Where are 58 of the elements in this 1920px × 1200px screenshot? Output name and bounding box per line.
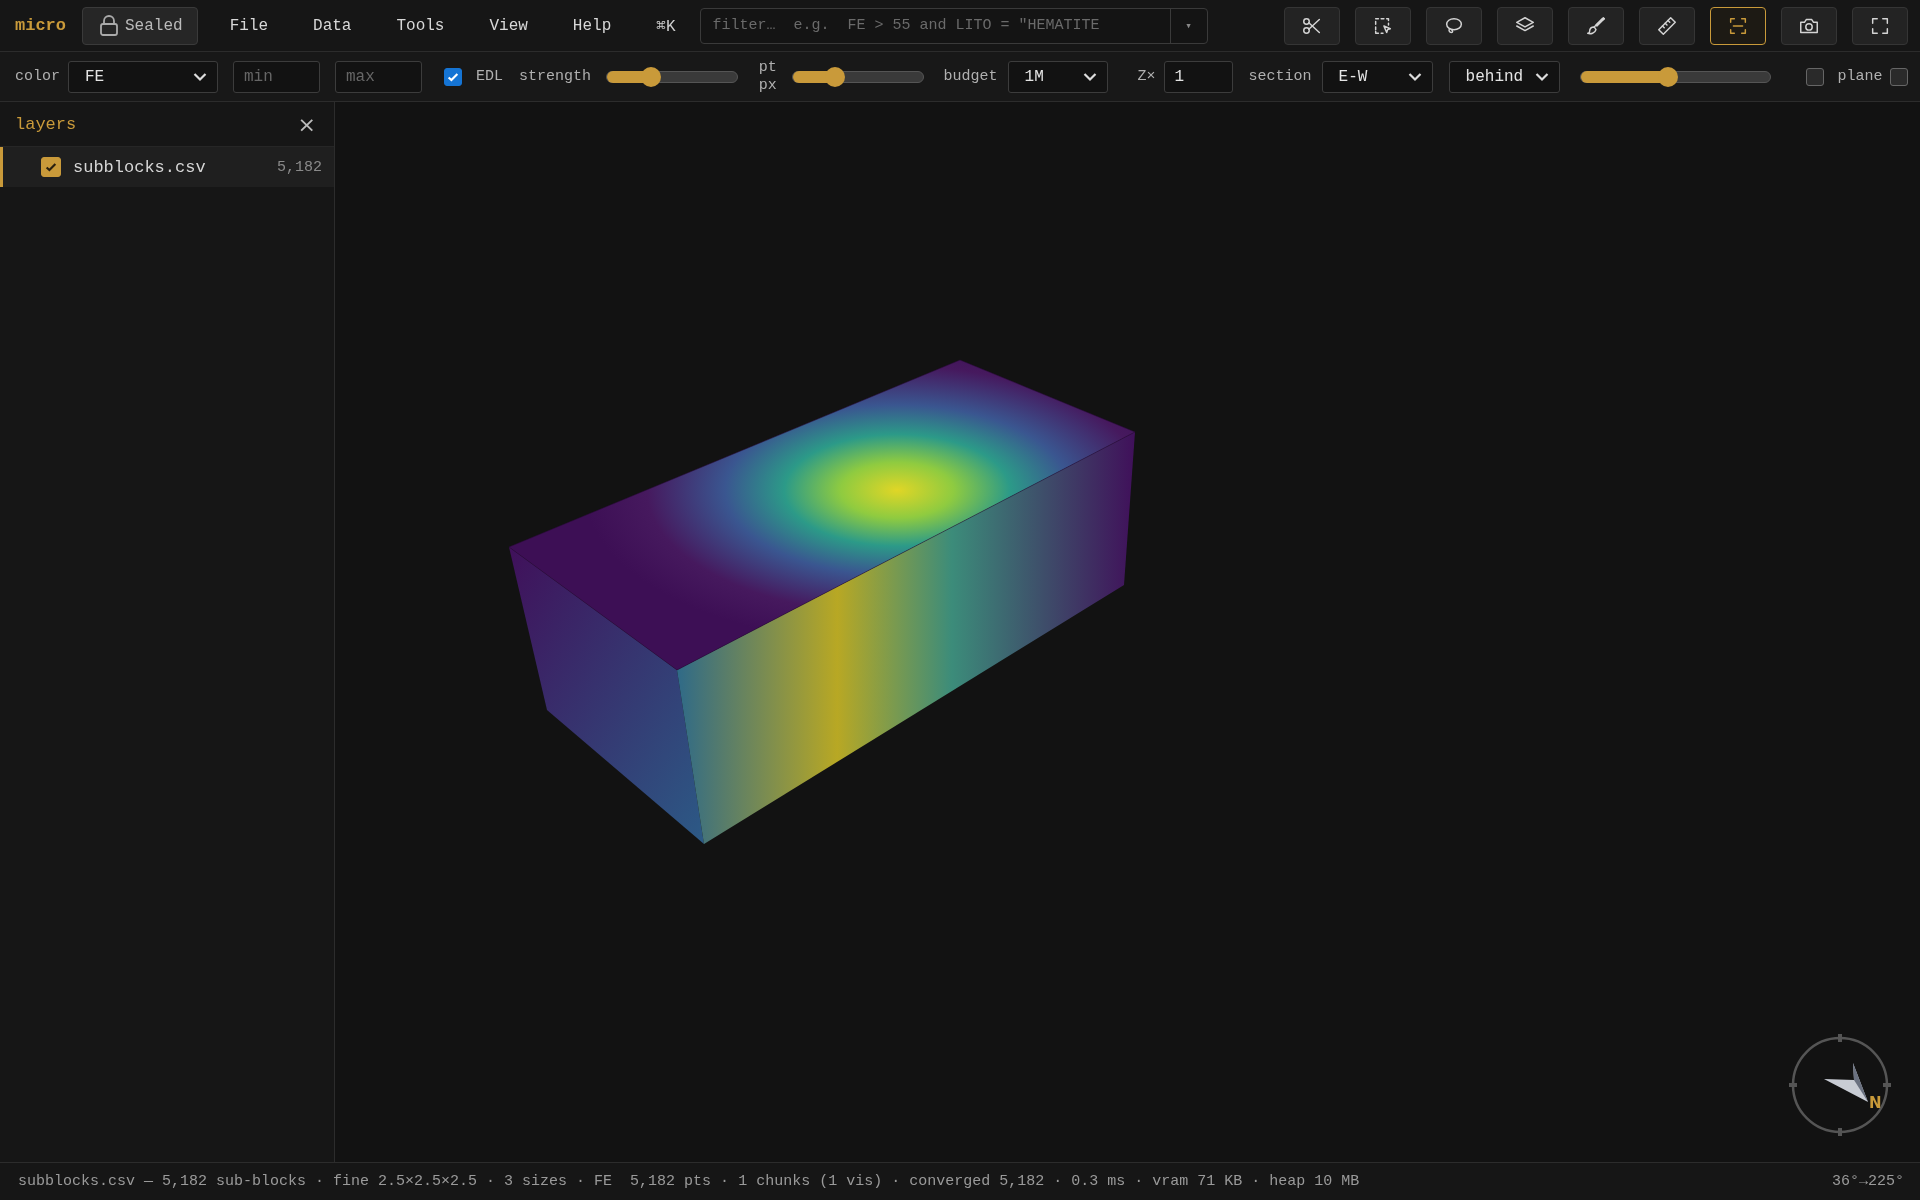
slider-thumb[interactable] — [1657, 66, 1678, 87]
edl-label: EDL — [476, 68, 504, 85]
section-checkbox[interactable] — [1805, 67, 1824, 86]
budget-select[interactable]: 1M — [1007, 60, 1108, 93]
section-mode-select[interactable]: behind — [1448, 60, 1560, 93]
strength-label: strength — [519, 68, 592, 85]
compass-north-label: N — [1869, 1094, 1882, 1112]
lasso-button[interactable] — [1426, 6, 1482, 45]
screenshot-button[interactable] — [1781, 6, 1837, 45]
z-scale-field[interactable]: 1 — [1163, 60, 1233, 93]
budget-label: budget — [943, 68, 998, 85]
edl-checkbox[interactable] — [444, 67, 462, 86]
status-stats: 5,182 pts · 1 chunks (1 vis) · converged 5,182 · 0.3 ms · vram 71 KB · heap 10 MB — [630, 1173, 1360, 1190]
menu-item[interactable]: Tools — [378, 10, 463, 41]
app-logo: micro — [15, 16, 66, 35]
chevron-icon — [1407, 71, 1422, 82]
slider-thumb[interactable] — [825, 66, 846, 87]
section-label: section — [1248, 68, 1312, 85]
slider-thumb[interactable] — [641, 66, 662, 87]
menu-item[interactable]: Help — [554, 10, 630, 41]
command-shortcut[interactable]: ⌘K — [656, 15, 676, 36]
filter-field[interactable]: filter… e.g. FE > 55 and LITO = "HEMATITE ▾ — [699, 7, 1208, 44]
scan-button[interactable] — [1710, 6, 1766, 45]
layer-item[interactable]: subblocks.csv 5,182 — [0, 147, 334, 187]
point-size-label: pt px — [758, 59, 778, 94]
chevron-icon — [193, 71, 207, 82]
section-select[interactable]: E-W — [1321, 60, 1433, 93]
sealed-button[interactable]: Sealed — [82, 6, 198, 45]
chevron-icon — [1534, 71, 1549, 82]
box-select-button[interactable] — [1355, 6, 1411, 45]
max-field[interactable]: max — [335, 60, 422, 93]
fullscreen-button[interactable] — [1852, 6, 1908, 45]
color-label: color — [15, 68, 60, 85]
ruler-icon — [1656, 14, 1678, 37]
layer-count: 5,182 — [277, 158, 322, 176]
close-button[interactable]: × — [293, 111, 320, 137]
layers-button[interactable] — [1497, 6, 1553, 45]
layer-name: subblocks.csv — [73, 157, 206, 177]
menu-item[interactable]: Data — [295, 10, 370, 41]
measure-button[interactable] — [1639, 6, 1695, 45]
dropdown-button[interactable]: ▾ — [1169, 8, 1207, 43]
plane-label: plane — [1837, 68, 1883, 85]
plane-checkbox[interactable] — [1890, 67, 1908, 86]
check-icon — [44, 160, 58, 174]
brush-button[interactable] — [1568, 6, 1624, 45]
z-scale-label: Z× — [1137, 68, 1156, 85]
min-field[interactable]: min — [233, 60, 320, 93]
chevron-icon — [1082, 71, 1097, 82]
color-select[interactable]: FE — [68, 60, 218, 93]
status-text: subblocks.csv — 5,182 sub-blocks · fine 2.5×2.5×2.5 · 3 sizes · FE — [18, 1173, 613, 1190]
brush-icon — [1585, 14, 1607, 37]
panel-title: layers — [15, 114, 77, 134]
layer-checkbox[interactable] — [41, 157, 61, 177]
menu-item[interactable]: View — [471, 10, 546, 41]
view-angle: 36°→225° — [1832, 1173, 1904, 1190]
menu-item[interactable]: File — [211, 10, 287, 41]
cut-button[interactable] — [1284, 6, 1340, 45]
lock-icon — [99, 14, 119, 37]
